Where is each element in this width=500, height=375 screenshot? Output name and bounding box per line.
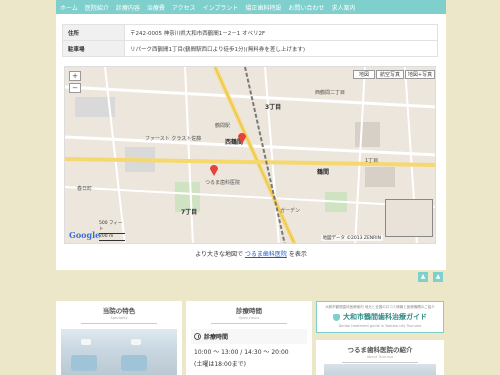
zoom-out-button[interactable]: − xyxy=(69,83,81,93)
map-type-satellite-button[interactable]: 航空写真 xyxy=(376,70,404,79)
nav-home[interactable]: ホーム xyxy=(60,3,78,12)
scroll-up-button[interactable]: ▲ xyxy=(418,272,428,282)
clock-icon xyxy=(194,333,201,340)
overview-minimap[interactable] xyxy=(385,199,433,237)
page-arrows: ▲ ▲ xyxy=(418,272,443,282)
hours-subtitle: Open Hours xyxy=(238,316,260,320)
divider xyxy=(341,362,419,363)
divider xyxy=(211,323,287,324)
lamp-shape xyxy=(81,339,91,345)
hours-row-label: 診療時間 xyxy=(204,334,229,341)
hours-times: 10:00 ～ 13:00 / 14:30 ～ 20:00 xyxy=(194,349,289,356)
map-copyright: 地図データ ©2013 ZENRIN xyxy=(320,235,383,241)
map-label-tsurumadai: つるま歯科医院 xyxy=(205,180,241,186)
hours-heading-row: 診療時間 xyxy=(191,329,307,344)
access-info-table: 住所 〒242-0005 神奈川県大和市西鶴間1－2－1 オベリ2F 駐車場 リ… xyxy=(62,24,438,57)
dental-chair-shape xyxy=(71,355,97,371)
guide-main-text: 大和市鶴間歯科治療ガイド xyxy=(343,313,427,321)
zoom-in-button[interactable]: + xyxy=(69,71,81,81)
intro-title: つるま歯科医院の紹介 xyxy=(347,346,413,354)
google-logo: Google xyxy=(69,230,101,240)
nav-treatment[interactable]: 診療内容 xyxy=(116,3,140,12)
nav-contact[interactable]: お問い合わせ xyxy=(288,3,324,12)
parking-row: 駐車場 リパーク西鶴間1丁目(鶴間駅西口より徒歩1分)(無料券を差し上げます) xyxy=(62,40,438,57)
nav-clinic-intro[interactable]: 医院紹介 xyxy=(85,3,109,12)
map-label-family: ファースト クラスト佐藤 xyxy=(145,136,202,142)
nav-recruit[interactable]: 求人案内 xyxy=(331,3,355,12)
dental-chair-shape xyxy=(121,355,147,371)
features-subtitle: Speciality xyxy=(110,316,128,320)
scroll-top-button[interactable]: ▲ xyxy=(433,272,443,282)
map-label-ward1: 1丁目 xyxy=(365,158,379,164)
top-nav: ホーム 医院紹介 診療内容 治療費 アクセス インプラント 矯正歯科特設 お問い… xyxy=(56,0,446,14)
dental-guide-banner[interactable]: 大和市鶴間歯科医療案内 地元と全国の口コミ情報と医療機関のご紹介 大和市鶴間歯科… xyxy=(316,301,444,333)
nav-orthodontics[interactable]: 矯正歯科特設 xyxy=(245,3,281,12)
guide-sub-text: Dental treatment guide in Yamato city Ts… xyxy=(338,324,422,328)
parking-label: 駐車場 xyxy=(62,40,125,57)
right-column: 大和市鶴間歯科医療案内 地元と全国の口コミ情報と医療機関のご紹介 大和市鶴間歯科… xyxy=(316,301,444,375)
access-panel: 住所 〒242-0005 神奈川県大和市西鶴間1－2－1 オベリ2F 駐車場 リ… xyxy=(56,14,446,270)
parking-value: リパーク西鶴間1丁目(鶴間駅西口より徒歩1分)(無料券を差し上げます) xyxy=(124,40,438,57)
address-row: 住所 〒242-0005 神奈川県大和市西鶴間1－2－1 オベリ2F xyxy=(62,24,438,41)
map-caption-suffix: を表示 xyxy=(288,251,307,258)
map-scale: 500 フィート 200 m xyxy=(99,221,125,241)
guide-top-text: 大和市鶴間歯科医療案内 地元と全国の口コミ情報と医療機関のご紹介 xyxy=(325,305,435,309)
scale-ft: 500 フィート xyxy=(99,221,125,234)
map-caption: より大きな地図で つるま歯科医院 を表示 xyxy=(56,249,446,258)
hours-title: 診療時間 xyxy=(236,307,262,315)
map-type-map-button[interactable]: 地図 xyxy=(353,70,375,79)
map-label-chome3: 3丁目 xyxy=(265,104,282,111)
address-value: 〒242-0005 神奈川県大和市西鶴間1－2－1 オベリ2F xyxy=(124,24,438,41)
address-label: 住所 xyxy=(62,24,125,41)
map-caption-prefix: より大きな地図で xyxy=(195,251,243,258)
map-caption-link[interactable]: つるま歯科医院 xyxy=(245,251,287,258)
map-roads xyxy=(65,67,435,243)
intro-card: つるま歯科医院の紹介 About Tsuruma xyxy=(316,340,444,375)
hours-saturday: (土曜は18:00まで) xyxy=(194,361,246,368)
nav-fees[interactable]: 治療費 xyxy=(147,3,165,12)
clinic-photo xyxy=(61,329,177,375)
zoom-control: + − xyxy=(69,71,83,95)
map-label-tsuruma: 鶴間 xyxy=(317,169,330,176)
scale-m: 200 m xyxy=(99,234,125,241)
features-title: 当院の特色 xyxy=(102,307,136,315)
map-label-garden: ガーデン xyxy=(280,208,301,214)
lamp-shape xyxy=(131,339,141,345)
divider xyxy=(81,323,157,324)
nav-access[interactable]: アクセス xyxy=(172,3,196,12)
map-label-tsurumaeki: 鶴間駅 xyxy=(215,123,231,129)
google-map[interactable]: + − 地図 航空写真 地図+写真 西鶴間 鶴間 3丁目 7丁目 鶴間駅 つるま… xyxy=(64,66,436,244)
nav-implant[interactable]: インプラント xyxy=(203,3,239,12)
features-card: 当院の特色 Speciality xyxy=(56,301,182,375)
map-label-chome7: 7丁目 xyxy=(181,209,198,216)
map-marker-a[interactable] xyxy=(237,131,247,145)
guide-main: 大和市鶴間歯科治療ガイド xyxy=(317,312,443,322)
map-marker-b[interactable] xyxy=(209,163,219,177)
map-type-hybrid-button[interactable]: 地図+写真 xyxy=(405,70,435,79)
tooth-icon xyxy=(333,313,340,321)
map-label-shimo: 西鶴間二丁目 xyxy=(315,90,346,96)
map-label-kasuga: 春日町 xyxy=(77,186,93,192)
intro-photo xyxy=(324,364,436,375)
hours-card: 診療時間 Open Hours 診療時間 10:00 ～ 13:00 / 14:… xyxy=(186,301,312,375)
intro-subtitle: About Tsuruma xyxy=(366,355,394,359)
